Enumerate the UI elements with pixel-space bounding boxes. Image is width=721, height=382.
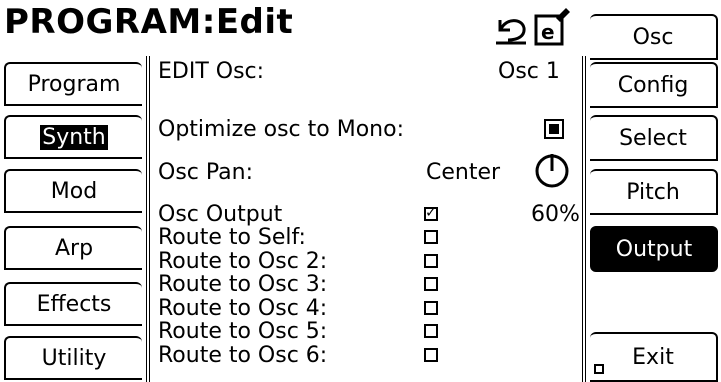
pan-knob-icon[interactable]: [534, 150, 570, 190]
optimize-mono-checkbox[interactable]: [544, 119, 564, 139]
route-label: Route to Osc 4:: [158, 295, 328, 321]
exit-indicator: [594, 364, 604, 374]
tab-config[interactable]: Config: [590, 62, 718, 108]
tab-label: Arp: [54, 235, 94, 261]
tab-label: Mod: [50, 178, 98, 204]
osc-output-label: Osc Output: [158, 202, 283, 227]
route-checkbox[interactable]: [424, 300, 438, 315]
tab-exit[interactable]: Exit: [590, 332, 718, 382]
route-checkbox[interactable]: [424, 230, 438, 244]
tab-label: Osc: [632, 24, 674, 50]
route-checkbox[interactable]: [424, 253, 438, 268]
svg-text:e: e: [541, 20, 555, 44]
route-checkbox[interactable]: [424, 347, 438, 362]
route-label: Route to Osc 2:: [158, 248, 328, 274]
tab-label: Pitch: [626, 179, 680, 205]
osc-output-percent[interactable]: 60%: [531, 203, 580, 227]
tab-label: Program: [27, 71, 121, 97]
edit-document-icon[interactable]: e: [532, 6, 572, 48]
osc-pan-value: Center: [426, 160, 501, 185]
tab-arp[interactable]: Arp: [4, 226, 142, 270]
page-title: PROGRAM:Edit: [4, 2, 294, 42]
tab-label: Exit: [632, 344, 674, 370]
route-checkbox[interactable]: [424, 324, 438, 338]
tab-synth[interactable]: Synth: [4, 115, 142, 159]
undo-icon[interactable]: [494, 12, 530, 46]
tab-pitch[interactable]: Pitch: [590, 169, 718, 215]
tab-label: Effects: [36, 291, 112, 317]
osc-output-checkbox[interactable]: [424, 202, 438, 221]
edit-osc-label: EDIT Osc:: [158, 59, 265, 84]
tab-utility[interactable]: Utility: [4, 336, 142, 380]
route-label: Route to Osc 5:: [158, 319, 328, 344]
optimize-mono-label: Optimize osc to Mono:: [158, 117, 404, 142]
route-label: Route to Self:: [158, 225, 306, 250]
tab-output[interactable]: Output: [590, 226, 718, 272]
edit-osc-value[interactable]: Osc 1: [498, 60, 560, 84]
tab-label: Utility: [41, 345, 107, 371]
tab-label: Config: [617, 72, 689, 98]
tab-label: Output: [615, 236, 693, 262]
tab-effects[interactable]: Effects: [4, 282, 142, 326]
tab-select[interactable]: Select: [590, 115, 718, 161]
tab-mod[interactable]: Mod: [4, 169, 142, 213]
tab-label: Select: [619, 125, 687, 151]
tab-label: Synth: [40, 124, 108, 150]
route-label: Route to Osc 3:: [158, 272, 328, 297]
tab-program[interactable]: Program: [4, 62, 142, 106]
osc-pan-label: Osc Pan:: [158, 160, 253, 185]
route-checkbox[interactable]: [424, 277, 438, 291]
route-label: Route to Osc 6:: [158, 342, 328, 368]
tab-osc[interactable]: Osc: [590, 14, 718, 60]
